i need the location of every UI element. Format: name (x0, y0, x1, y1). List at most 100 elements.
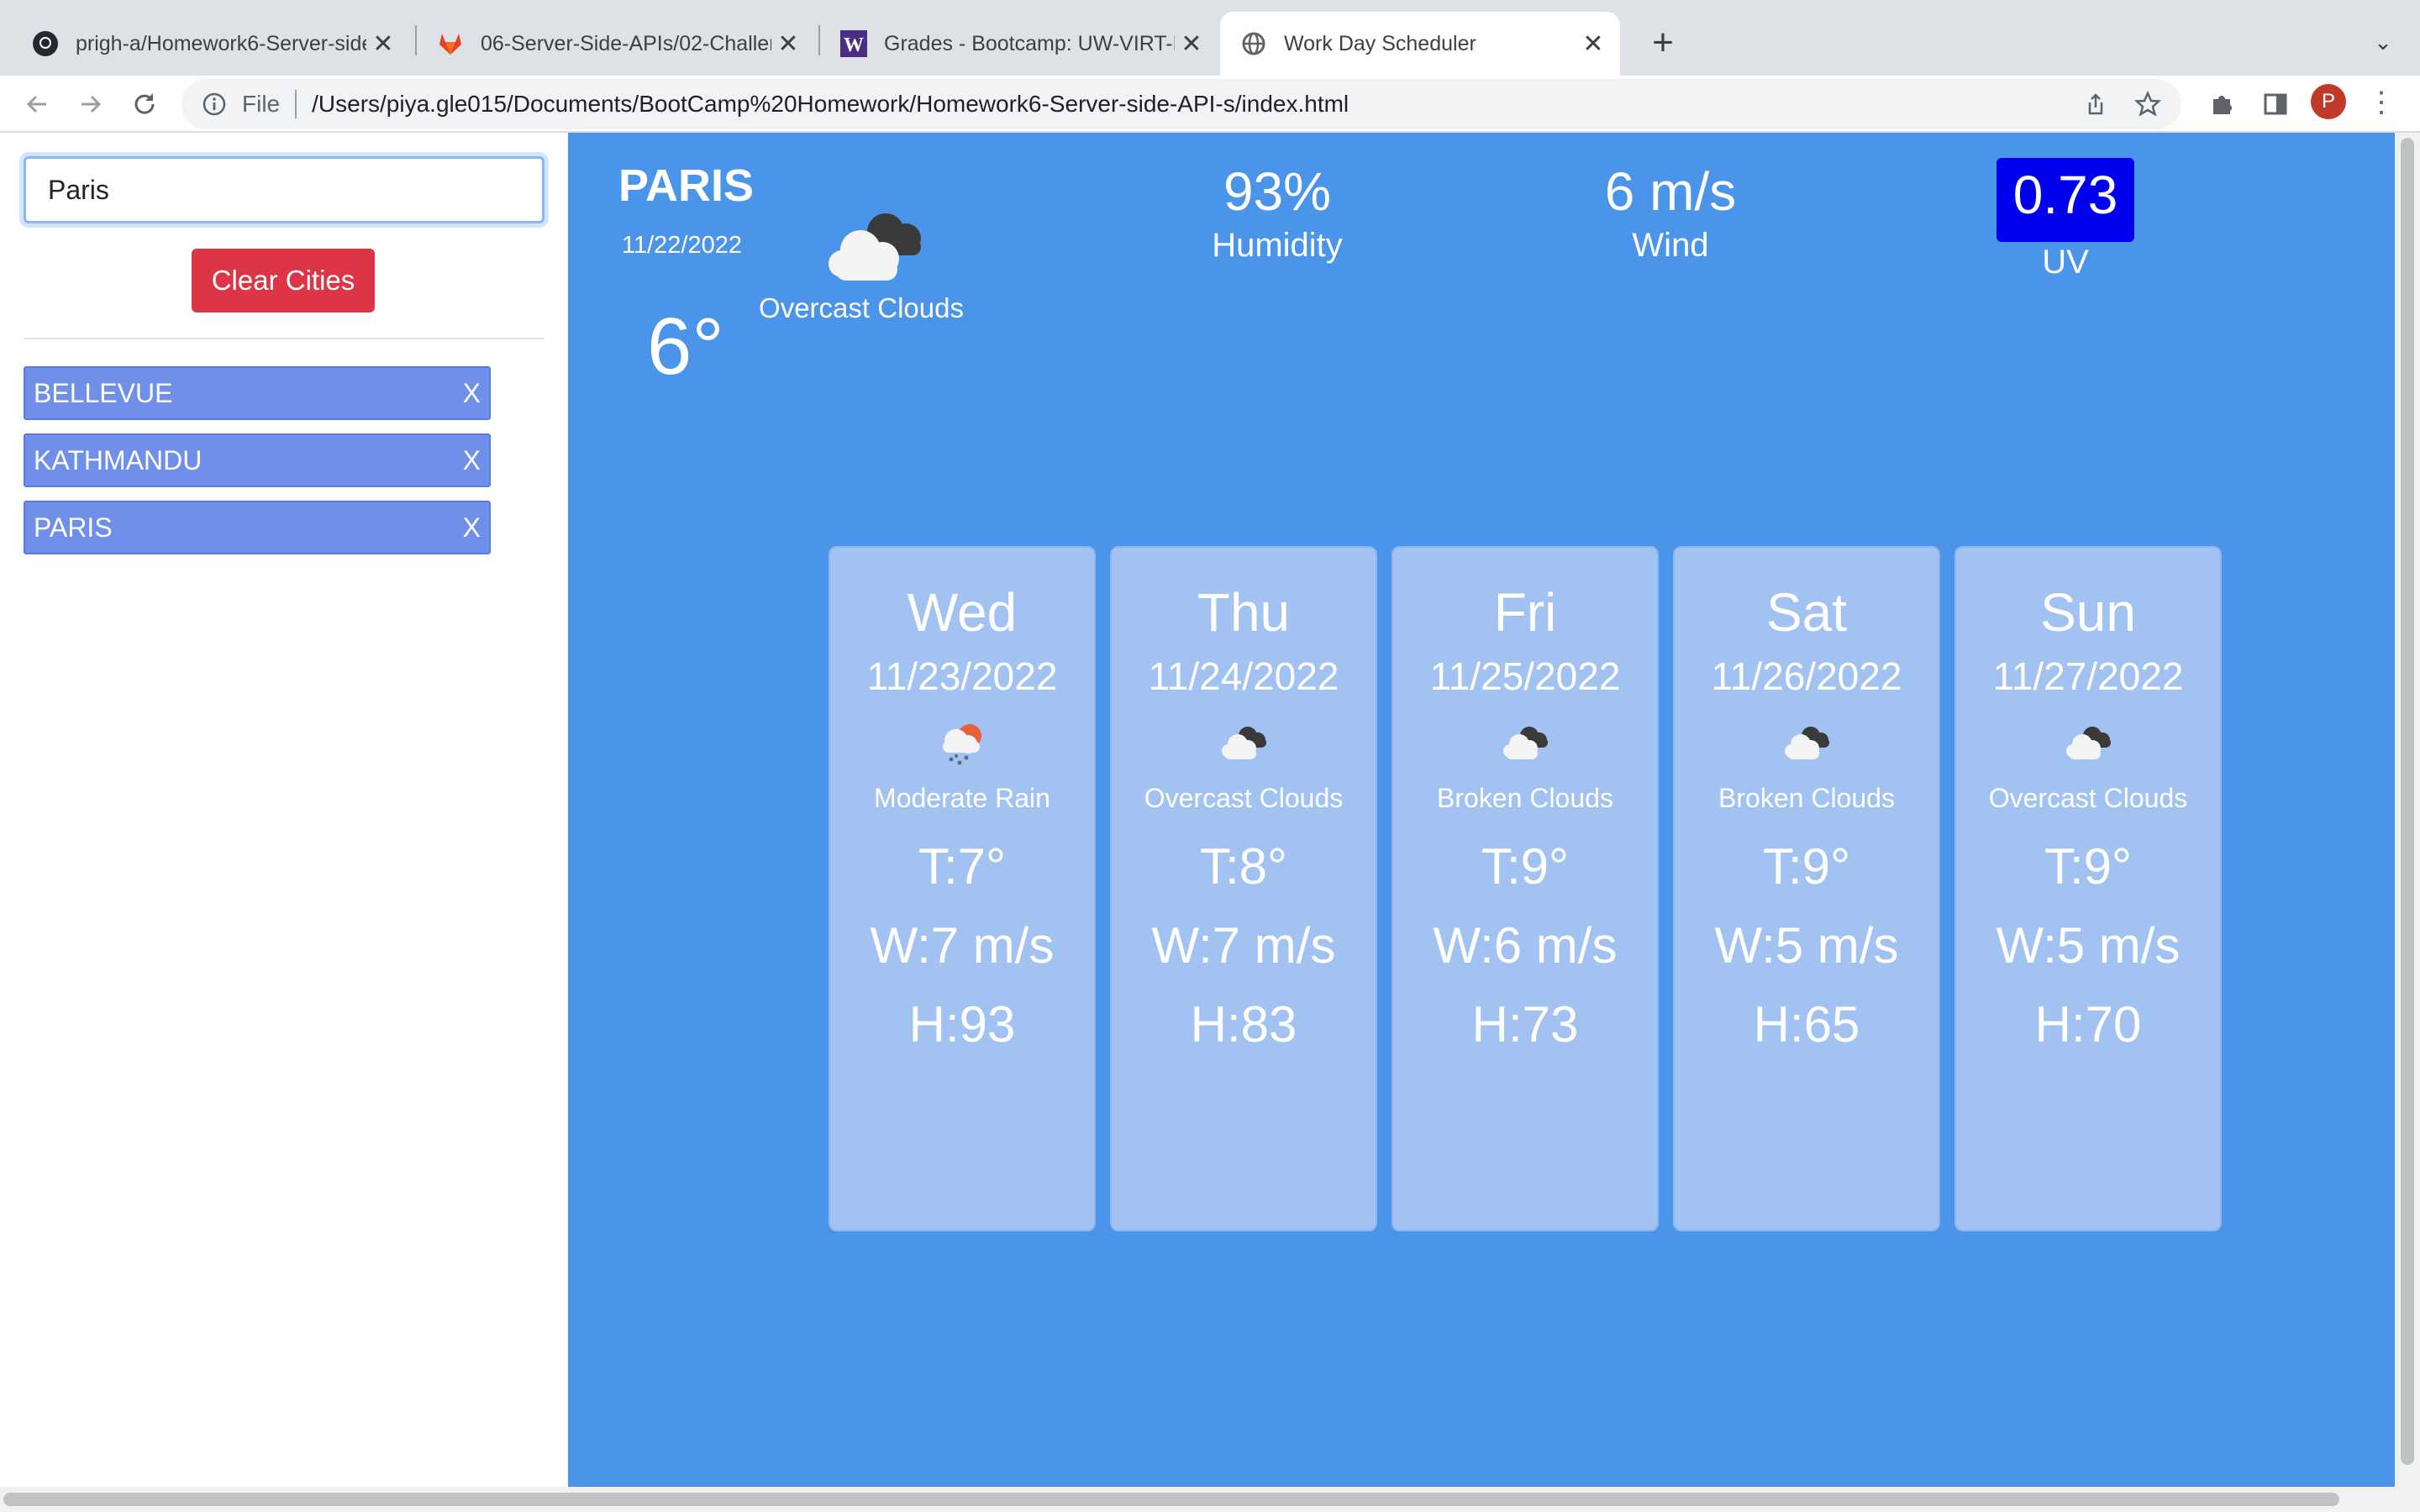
browser-toolbar: File /Users/piya.gle015/Documents/BootCa… (0, 76, 2420, 133)
star-icon[interactable] (2129, 86, 2166, 123)
uv-index-badge: 0.73 (1996, 158, 2135, 242)
forecast-humidity: H:93 (908, 996, 1016, 1053)
forecast-temp: T:7° (918, 838, 1007, 895)
forecast-day: Sat (1765, 582, 1848, 643)
forecast-wind: W:7 m/s (1151, 917, 1336, 974)
humidity-stat: 93% Humidity (1168, 158, 1386, 265)
overcast-clouds-icon (1214, 717, 1273, 768)
profile-avatar[interactable]: P (2311, 84, 2346, 119)
github-icon (32, 30, 59, 57)
page-content: Clear Cities BELLEVUE X KATHMANDU X PARI… (0, 133, 2420, 1487)
back-button[interactable] (17, 84, 57, 124)
globe-icon (1240, 30, 1267, 57)
tab-work-day-scheduler[interactable]: Work Day Scheduler ✕ (1220, 12, 1620, 76)
forecast-temp: T:9° (1762, 838, 1851, 895)
five-day-forecast: Wed 11/23/2022 Moderate Rain T:7° W:7 m/… (829, 546, 2236, 1231)
clear-cities-button[interactable]: Clear Cities (192, 249, 375, 312)
forecast-wind: W:6 m/s (1433, 917, 1618, 974)
city-name: KATHMANDU (34, 444, 203, 475)
current-description: Overcast Clouds (759, 292, 964, 323)
tab-grades[interactable]: W Grades - Bootcamp: UW-VIRT-FSF ✕ (820, 12, 1218, 76)
chevron-down-icon[interactable]: ⌄ (2366, 25, 2400, 59)
weather-main-panel: PARIS 11/22/2022 6° Overcast Clouds 93% … (568, 133, 2395, 1487)
city-history-list: BELLEVUE X KATHMANDU X PARIS X (24, 366, 491, 568)
side-panel-icon[interactable] (2255, 84, 2296, 124)
forecast-temp: T:9° (1481, 838, 1570, 895)
city-name: BELLEVUE (34, 377, 173, 408)
forecast-humidity: H:73 (1471, 996, 1579, 1053)
forecast-card: Fri 11/25/2022 Broken Clouds T:9° W:6 m/… (1392, 546, 1659, 1231)
forecast-card: Thu 11/24/2022 Overcast Clouds T:8° W:7 … (1110, 546, 1377, 1231)
reload-icon (134, 93, 155, 114)
tab-title: Grades - Bootcamp: UW-VIRT-FSF (884, 31, 1175, 55)
forecast-wind: W:7 m/s (870, 917, 1055, 974)
forecast-description: Broken Clouds (1437, 783, 1613, 813)
forecast-date: 11/26/2022 (1711, 654, 1902, 698)
address-bar[interactable]: File /Users/piya.gle015/Documents/BootCa… (182, 79, 2181, 129)
tab-github[interactable]: prigh-a/Homework6-Server-side-APIs ✕ (12, 12, 410, 76)
remove-city-button[interactable]: X (463, 445, 481, 476)
tab-title: prigh-a/Homework6-Server-side-APIs (76, 31, 366, 55)
overcast-clouds-icon (812, 200, 938, 292)
horizontal-scrollbar[interactable] (0, 1487, 2420, 1512)
tab-gitlab[interactable]: 06-Server-Side-APIs/02-Challenge ✕ (417, 12, 815, 76)
forecast-date: 11/24/2022 (1148, 654, 1339, 698)
forecast-day: Thu (1197, 582, 1291, 643)
close-icon[interactable]: ✕ (366, 27, 400, 60)
current-city-name: PARIS (618, 160, 755, 211)
forecast-description: Broken Clouds (1718, 783, 1895, 813)
remove-city-button[interactable]: X (463, 512, 481, 543)
reload-button[interactable] (124, 84, 165, 124)
new-tab-button[interactable]: + (1642, 22, 1684, 64)
broken-clouds-icon (1496, 717, 1555, 768)
gitlab-icon (437, 30, 464, 57)
forecast-wind: W:5 m/s (1996, 917, 2181, 974)
forecast-humidity: H:65 (1753, 996, 1860, 1053)
svg-text:W: W (844, 34, 864, 56)
info-icon[interactable] (200, 90, 229, 118)
forecast-description: Overcast Clouds (1144, 783, 1344, 813)
humidity-value: 93% (1223, 161, 1332, 222)
forecast-temp: T:9° (2044, 838, 2133, 895)
url-text[interactable]: /Users/piya.gle015/Documents/BootCamp%20… (312, 91, 1349, 118)
city-item-bellevue[interactable]: BELLEVUE X (24, 366, 491, 420)
browser-tab-bar: prigh-a/Homework6-Server-side-APIs ✕ 06-… (0, 0, 2420, 76)
forecast-day: Sun (2040, 582, 2136, 643)
arrow-right-icon (82, 95, 102, 113)
forecast-humidity: H:70 (2034, 996, 2142, 1053)
forecast-card: Sat 11/26/2022 Broken Clouds T:9° W:5 m/… (1673, 546, 1940, 1231)
share-icon[interactable] (2077, 86, 2114, 123)
puzzle-icon[interactable] (2202, 84, 2242, 124)
humidity-label: Humidity (1212, 227, 1343, 264)
remove-city-button[interactable]: X (463, 378, 481, 409)
forecast-description: Moderate Rain (874, 783, 1050, 813)
forecast-card: Wed 11/23/2022 Moderate Rain T:7° W:7 m/… (829, 546, 1096, 1231)
city-search-input[interactable] (24, 156, 544, 223)
close-icon[interactable]: ✕ (1576, 27, 1610, 60)
close-icon[interactable]: ✕ (1175, 27, 1208, 60)
wind-label: Wind (1632, 227, 1709, 264)
forward-button[interactable] (71, 84, 111, 124)
moderate-rain-icon (933, 717, 992, 768)
scrollbar-thumb[interactable] (3, 1493, 2339, 1506)
vertical-scrollbar[interactable] (2395, 133, 2420, 1487)
overcast-clouds-icon (2059, 717, 2118, 768)
close-icon[interactable]: ✕ (771, 27, 805, 60)
uv-stat: 0.73 UV (1956, 150, 2175, 281)
city-item-paris[interactable]: PARIS X (24, 501, 491, 554)
city-item-kathmandu[interactable]: KATHMANDU X (24, 433, 491, 487)
scrollbar-thumb[interactable] (2401, 138, 2414, 1465)
forecast-description: Overcast Clouds (1988, 783, 2188, 813)
forecast-date: 11/23/2022 (866, 654, 1058, 698)
broken-clouds-icon (1777, 717, 1836, 768)
wind-stat: 6 m/s Wind (1561, 158, 1780, 265)
url-scheme-label: File (242, 91, 281, 117)
current-date: 11/22/2022 (622, 232, 742, 259)
uv-label: UV (2042, 244, 2089, 281)
forecast-humidity: H:83 (1190, 996, 1297, 1053)
arrow-left-icon (26, 95, 46, 113)
tab-title: 06-Server-Side-APIs/02-Challenge (481, 31, 771, 55)
more-vert-icon[interactable]: ⋮ (2367, 84, 2396, 121)
wind-value: 6 m/s (1604, 161, 1737, 222)
city-name: PARIS (34, 512, 113, 543)
